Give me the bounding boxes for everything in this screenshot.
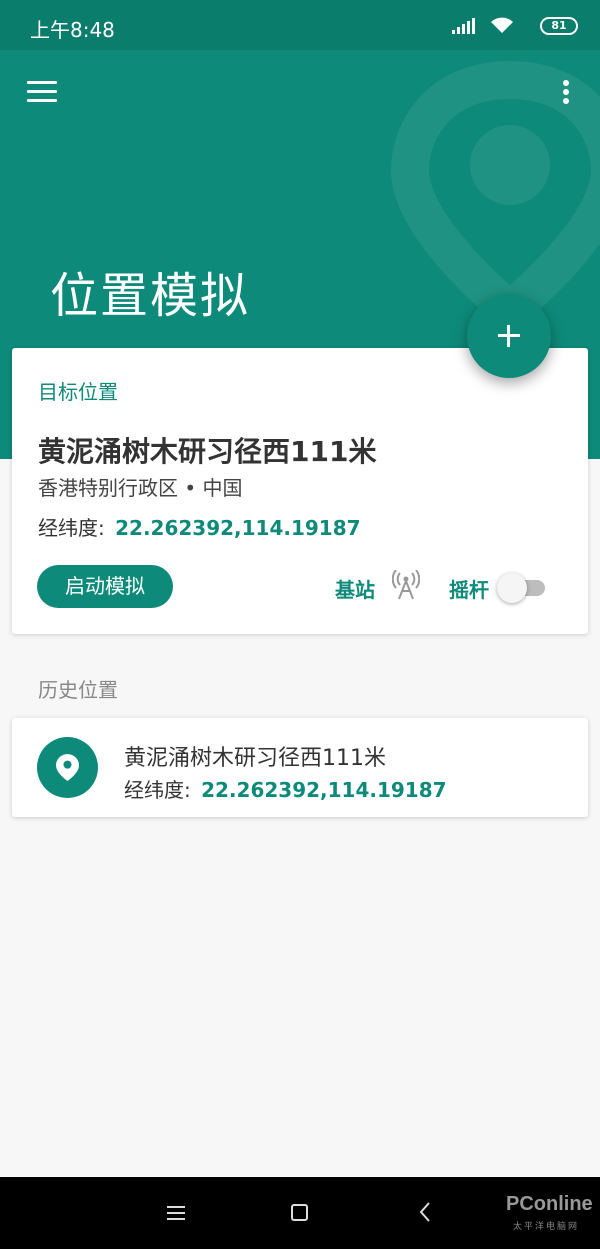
target-location-card: 目标位置 黄泥涌树木研习径西111米 香港特别行政区 • 中国 经纬度: 22.… <box>12 348 588 634</box>
nav-home-icon[interactable] <box>291 1204 308 1221</box>
brand-watermark: PConline <box>506 1193 593 1215</box>
place-name: 黄泥涌树木研习径西111米 <box>38 435 377 468</box>
status-bar: 上午8:48 81 <box>0 0 600 50</box>
status-icons: 81 <box>418 13 578 39</box>
nav-menu-icon[interactable] <box>167 1205 185 1221</box>
history-coordinates: 经纬度: 22.262392,114.19187 <box>124 774 447 803</box>
start-simulation-button[interactable]: 启动模拟 <box>37 565 173 608</box>
history-list-item[interactable]: 黄泥涌树木研习径西111米 经纬度: 22.262392,114.19187 <box>12 718 588 817</box>
toggle-knob <box>497 573 527 603</box>
page-title: 位置模拟 <box>50 268 251 324</box>
brand-subtitle: 太平洋电脑网 <box>513 1222 580 1232</box>
history-place-name: 黄泥涌树木研习径西111米 <box>124 746 386 771</box>
nav-back-icon[interactable] <box>418 1201 432 1223</box>
coord-label: 经纬度: <box>124 778 191 802</box>
section-label: 目标位置 <box>38 380 118 404</box>
base-station-label[interactable]: 基站 <box>335 574 375 603</box>
joystick-toggle[interactable] <box>497 571 549 603</box>
place-region: 香港特别行政区 • 中国 <box>38 476 243 500</box>
location-pin-icon <box>37 737 98 798</box>
status-time: 上午8:48 <box>30 18 115 42</box>
add-location-button[interactable] <box>467 294 551 378</box>
battery-icon: 81 <box>540 17 578 35</box>
hamburger-icon[interactable] <box>27 79 59 105</box>
history-header: 历史位置 <box>38 678 118 702</box>
joystick-label: 摇杆 <box>449 578 489 602</box>
wifi-icon <box>491 17 513 33</box>
coord-value: 22.262392,114.19187 <box>115 516 361 540</box>
system-nav-bar: PConline 太平洋电脑网 <box>0 1177 600 1249</box>
signal-icon <box>452 18 475 34</box>
coord-label: 经纬度: <box>38 516 105 540</box>
coord-value: 22.262392,114.19187 <box>201 778 447 802</box>
coordinates: 经纬度: 22.262392,114.19187 <box>38 512 361 541</box>
antenna-icon[interactable] <box>392 570 420 600</box>
more-vert-icon[interactable] <box>556 78 576 106</box>
